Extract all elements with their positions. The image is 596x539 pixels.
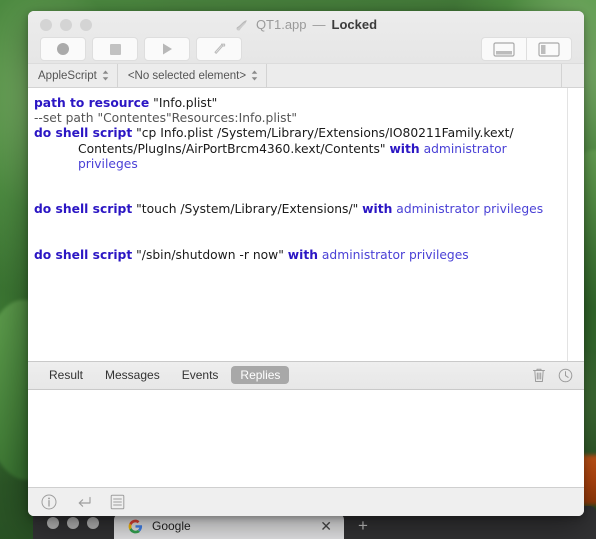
browser-zoom-button[interactable] xyxy=(87,516,99,529)
side-pane-icon xyxy=(538,41,560,57)
return-arrow-icon[interactable] xyxy=(74,493,92,511)
results-pane[interactable] xyxy=(28,389,584,488)
hammer-icon xyxy=(213,43,225,54)
code-token-str: "/sbin/shutdown -r now" xyxy=(132,247,288,262)
code-token-kw: with xyxy=(287,247,318,262)
tab-events[interactable]: Events xyxy=(173,366,228,384)
code-line: --set path "Contentes"Resources:Info.pli… xyxy=(34,111,557,126)
code-token-ident: privileges xyxy=(78,156,138,171)
toggle-side-pane-button[interactable] xyxy=(526,37,572,61)
run-button[interactable] xyxy=(144,37,190,61)
code-line: do shell script "/sbin/shutdown -r now" … xyxy=(34,248,557,263)
script-settings-bar: AppleScript <No selected element> xyxy=(28,64,584,88)
code-token-str: "Info.plist" xyxy=(149,96,218,110)
code-line: Contents/PlugIns/AirPortBrcm4360.kext/Co… xyxy=(34,142,557,157)
editor-area: path to resource "Info.plist" --set path … xyxy=(28,88,584,361)
code-line: privileges xyxy=(34,157,557,172)
record-circle-icon xyxy=(57,43,69,55)
element-popup-label: <No selected element> xyxy=(127,69,247,82)
minimize-button[interactable] xyxy=(60,19,72,31)
code-token-kw: with xyxy=(362,202,393,217)
stop-square-icon xyxy=(109,43,121,55)
language-popup-button[interactable]: AppleScript xyxy=(28,64,118,87)
window-title-document-name: QT1.app xyxy=(255,17,307,32)
code-token-ident: administrator privileges xyxy=(392,202,544,217)
script-document-icon xyxy=(236,20,247,31)
script-bar-end xyxy=(562,64,584,87)
code-token-ident: administrator privileges xyxy=(317,247,469,262)
window-title-group: QT1.app — Locked xyxy=(28,17,584,32)
toolbar-left-group xyxy=(40,37,242,61)
code-token-kw: with xyxy=(389,141,420,156)
code-token-kw: do shell script xyxy=(34,126,133,141)
tab-replies[interactable]: Replies xyxy=(231,366,290,385)
browser-tab[interactable]: Google ✕ xyxy=(114,513,344,539)
code-token-kw: path to resource xyxy=(34,96,150,110)
browser-tab-close-icon[interactable]: ✕ xyxy=(312,519,332,533)
compile-button[interactable] xyxy=(196,37,242,61)
script-editor-window[interactable]: QT1.app — Locked AppleScript <No selecte… xyxy=(28,11,584,516)
code-token-kw: do shell script xyxy=(34,202,133,217)
script-bar-filler xyxy=(267,64,562,87)
window-titlebar[interactable]: QT1.app — Locked xyxy=(28,11,584,64)
results-tab-bar: Result Messages Events Replies xyxy=(28,360,584,390)
tab-result[interactable]: Result xyxy=(40,366,92,384)
chevron-updown-icon xyxy=(102,70,109,81)
window-status-bar xyxy=(28,487,584,516)
browser-minimize-button[interactable] xyxy=(67,516,79,529)
google-g-icon xyxy=(128,519,143,533)
code-token-kw: do shell script xyxy=(34,247,133,262)
close-button[interactable] xyxy=(40,19,52,31)
script-code-editor[interactable]: path to resource "Info.plist" --set path … xyxy=(28,88,567,361)
browser-close-button[interactable] xyxy=(47,516,59,529)
browser-new-tab-button[interactable]: + xyxy=(344,517,380,539)
list-view-icon[interactable] xyxy=(108,493,126,511)
editor-vertical-scrollbar[interactable] xyxy=(567,88,584,361)
toolbar-right-group xyxy=(481,37,572,61)
window-title-separator: — xyxy=(312,17,326,32)
code-token-str: "touch /System/Library/Extensions/" xyxy=(132,202,363,217)
code-token-str: Contents/PlugIns/AirPortBrcm4360.kext/Co… xyxy=(78,141,390,156)
results-tab-list: Result Messages Events Replies xyxy=(40,366,290,385)
bottom-pane-icon xyxy=(493,41,515,57)
record-button[interactable] xyxy=(40,37,86,61)
toggle-bottom-pane-button[interactable] xyxy=(481,37,526,61)
window-traffic-lights xyxy=(40,19,92,31)
zoom-button[interactable] xyxy=(80,19,92,31)
code-line: do shell script "touch /System/Library/E… xyxy=(34,202,557,217)
history-clock-icon[interactable] xyxy=(554,368,576,383)
element-popup-button[interactable]: <No selected element> xyxy=(117,64,268,87)
chevron-updown-icon xyxy=(251,70,258,81)
info-icon[interactable] xyxy=(40,493,58,511)
code-line: do shell script "cp Info.plist /System/L… xyxy=(34,126,557,141)
code-token-ident: administrator xyxy=(419,141,507,156)
language-popup-label: AppleScript xyxy=(38,69,97,82)
browser-tab-title: Google xyxy=(152,519,191,533)
play-triangle-icon xyxy=(163,43,172,55)
code-line: path to resource "Info.plist" xyxy=(34,96,557,111)
stop-button[interactable] xyxy=(92,37,138,61)
trash-icon[interactable] xyxy=(528,367,550,383)
tab-messages[interactable]: Messages xyxy=(96,366,169,384)
code-token-cmt: --set path "Contentes"Resources:Info.pli… xyxy=(34,111,298,126)
window-title-lock-state: Locked xyxy=(331,17,378,32)
code-token-str: "cp Info.plist /System/Library/Extension… xyxy=(132,126,514,141)
